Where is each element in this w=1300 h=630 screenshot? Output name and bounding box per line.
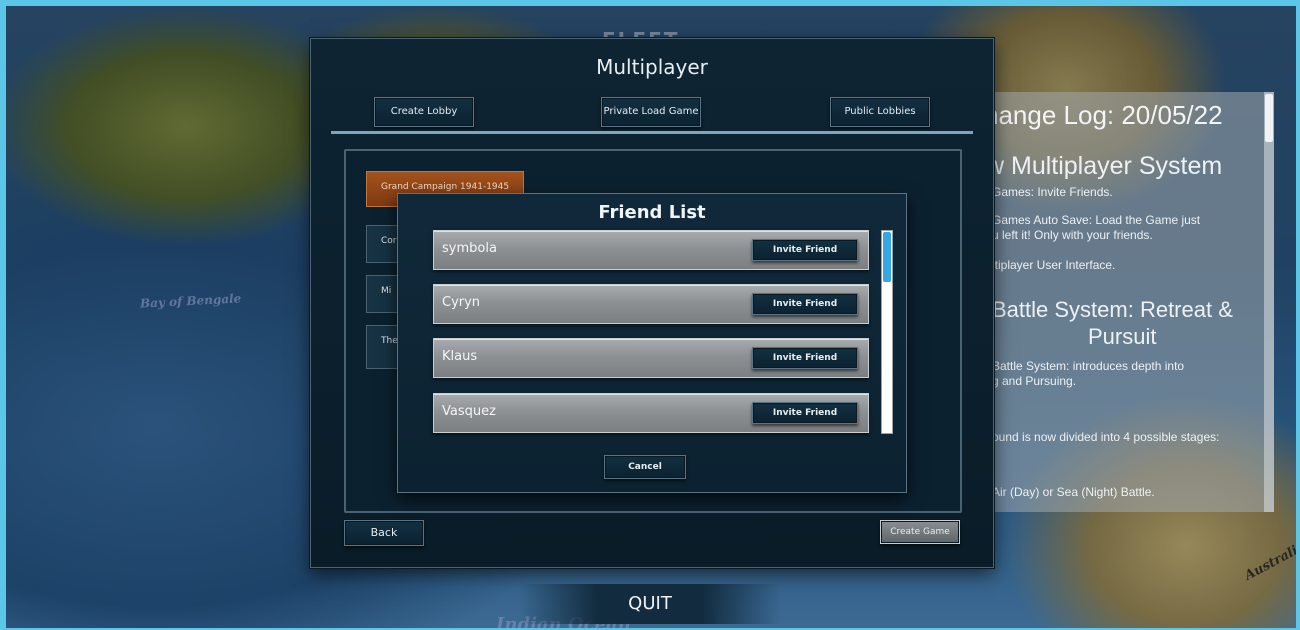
scroll-thumb[interactable] (883, 232, 891, 282)
change-log-line: ltiplayer User Interface. (992, 258, 1116, 272)
tab-underline (331, 131, 973, 134)
friend-name: symbola (442, 241, 497, 256)
friend-name: Klaus (442, 349, 478, 364)
change-log-heading-pursuit: Pursuit (1088, 324, 1157, 349)
change-log-line: Battle System: introduces depth into (992, 359, 1185, 373)
change-log-scrollbar[interactable] (1264, 92, 1274, 512)
create-game-button[interactable]: Create Game (880, 520, 960, 544)
invite-friend-button[interactable]: Invite Friend (752, 239, 858, 261)
private-load-game-tab[interactable]: Private Load Game (601, 97, 701, 127)
invite-friend-button[interactable]: Invite Friend (752, 293, 858, 315)
invite-friend-button[interactable]: Invite Friend (752, 402, 858, 424)
change-log-panel: hange Log: 20/05/22 w Multiplayer System… (984, 92, 1274, 512)
change-log-line: ound is now divided into 4 possible stag… (992, 430, 1220, 444)
public-lobbies-tab[interactable]: Public Lobbies (830, 97, 930, 127)
friend-row: Vasquez Invite Friend (433, 393, 869, 433)
change-log-title: hange Log: 20/05/22 (984, 100, 1223, 130)
invite-friend-button[interactable]: Invite Friend (752, 347, 858, 369)
create-lobby-tab[interactable]: Create Lobby (374, 97, 474, 127)
change-log-line: g and Pursuing. (992, 374, 1077, 388)
change-log-heading-battle: Battle System: Retreat & (992, 297, 1233, 322)
friend-list-title: Friend List (598, 202, 706, 223)
friend-row: Klaus Invite Friend (433, 338, 869, 378)
quit-button[interactable]: QUIT (520, 584, 780, 624)
friend-row: symbola Invite Friend (433, 230, 869, 270)
multiplayer-title: Multiplayer (596, 55, 708, 79)
friend-name: Cyryn (442, 295, 481, 310)
friend-name: Vasquez (442, 404, 496, 419)
friend-list-scrollbar[interactable] (881, 230, 893, 434)
change-log-line: Games Auto Save: Load the Game just (992, 213, 1201, 227)
change-log-line: Games: Invite Friends. (992, 185, 1113, 199)
cancel-button[interactable]: Cancel (604, 455, 686, 479)
scroll-thumb[interactable] (1265, 94, 1273, 142)
back-button[interactable]: Back (344, 520, 424, 546)
friend-row: Cyryn Invite Friend (433, 284, 869, 324)
change-log-heading-multiplayer: w Multiplayer System (986, 152, 1223, 180)
change-log-line: Air (Day) or Sea (Night) Battle. (992, 485, 1155, 499)
change-log-line: u left it! Only with your friends. (992, 228, 1153, 242)
friend-list-dialog: Friend List symbola Invite Friend Cyryn … (397, 193, 907, 493)
